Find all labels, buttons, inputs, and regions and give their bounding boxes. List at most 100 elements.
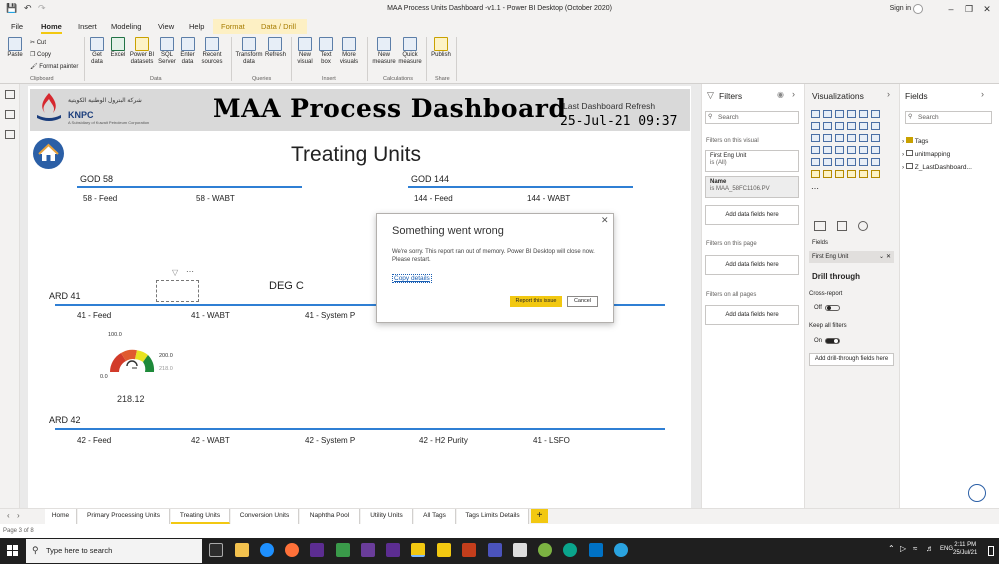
field-41-wabt[interactable]: 41 - WABT [191, 311, 230, 320]
pie-visual-icon[interactable] [847, 134, 856, 142]
fields-tab-icon[interactable] [814, 221, 826, 231]
wifi-icon[interactable]: ≈ [913, 544, 917, 553]
custom-visual-icon[interactable] [811, 170, 820, 178]
r-visual-visual-icon[interactable] [859, 158, 868, 166]
fields-search-input[interactable]: Search [905, 111, 992, 124]
data-view-icon[interactable] [5, 110, 15, 119]
field-table-z-lastdashboard[interactable]: › Z_LastDashboard... [902, 163, 972, 171]
app-icon[interactable] [538, 543, 552, 557]
refresh-button[interactable]: Refresh [265, 37, 286, 59]
field-41-lsfo[interactable]: 41 - LSFO [533, 436, 570, 445]
page-tab-tags-limits-details[interactable]: Tags Limits Details [457, 509, 529, 524]
page-filter-dropzone[interactable]: Add data fields here [705, 255, 799, 275]
quick-measure-button[interactable]: Quick measure [398, 37, 422, 66]
clustered-column-visual-icon[interactable] [847, 110, 856, 118]
firefox-icon[interactable] [285, 543, 299, 557]
power-bi-icon[interactable] [411, 543, 425, 557]
filters-search-input[interactable]: Search [705, 111, 799, 124]
eye-icon[interactable]: ◉ [777, 90, 784, 99]
more-options-icon[interactable]: ⋯ [186, 267, 194, 276]
donut-visual-icon[interactable] [859, 134, 868, 142]
app-icon[interactable] [336, 543, 350, 557]
tab-view[interactable]: View [158, 22, 174, 31]
line-visual-icon[interactable] [811, 122, 820, 130]
100-bar-visual-icon[interactable] [859, 110, 868, 118]
onenote-icon[interactable] [386, 543, 400, 557]
file-explorer-icon[interactable] [235, 543, 249, 557]
custom-visual-icon[interactable] [823, 170, 832, 178]
scatter-visual-icon[interactable] [835, 134, 844, 142]
tab-data-drill[interactable]: Data / Drill [261, 22, 296, 31]
taskbar-search-input[interactable]: Type here to search [26, 539, 202, 563]
funnel-visual-icon[interactable] [823, 134, 832, 142]
field-table-tags[interactable]: › Tags [902, 137, 928, 145]
stacked-bar-visual-icon[interactable] [811, 110, 820, 118]
home-button[interactable] [33, 138, 64, 169]
treemap-visual-icon[interactable] [871, 134, 880, 142]
edge-legacy-icon[interactable] [260, 543, 274, 557]
tab-modeling[interactable]: Modeling [111, 22, 141, 31]
edge-icon[interactable] [563, 543, 577, 557]
field-table-unitmapping[interactable]: › unitmapping [902, 150, 950, 158]
power-bi-datasets-button[interactable]: Power BI datasets [129, 37, 155, 66]
filled-map-visual-icon[interactable] [823, 146, 832, 154]
collapse-viz-icon[interactable]: › [887, 89, 890, 99]
field-58-feed[interactable]: 58 - Feed [83, 194, 117, 203]
page-tab-conversion-units[interactable]: Conversion Units [231, 509, 299, 524]
visual-filter-dropzone[interactable]: Add data fields here [705, 205, 799, 225]
custom-visual-icon[interactable] [847, 170, 856, 178]
line-column-2-visual-icon[interactable] [859, 122, 868, 130]
outlook-icon[interactable] [589, 543, 603, 557]
field-144-wabt[interactable]: 144 - WABT [527, 194, 570, 203]
custom-visual-icon[interactable] [871, 170, 880, 178]
cancel-button[interactable]: Cancel [567, 296, 598, 307]
stacked-area-visual-icon[interactable] [835, 122, 844, 130]
format-painter-button[interactable]: 🖌 Format painter [30, 63, 78, 70]
dialog-close-icon[interactable]: ✕ [601, 215, 609, 226]
card-visual-icon[interactable] [859, 146, 868, 154]
drill-through-dropzone[interactable]: Add drill-through fields here [809, 353, 894, 366]
gauge-visual-icon[interactable] [847, 146, 856, 154]
cross-report-toggle[interactable] [825, 305, 840, 311]
collapse-fields-icon[interactable]: › [981, 89, 984, 99]
visual-studio-icon[interactable] [361, 543, 375, 557]
new-measure-button[interactable]: New measure [372, 37, 396, 66]
chevron-down-icon[interactable]: ⌄ [879, 251, 884, 263]
input-language[interactable]: ENG [940, 546, 953, 552]
custom-visual-icon[interactable] [835, 170, 844, 178]
stacked-column-visual-icon[interactable] [823, 110, 832, 118]
more-visuals-button[interactable]: More visuals [337, 37, 361, 66]
model-view-icon[interactable] [5, 130, 15, 139]
add-page-button[interactable]: + [531, 509, 548, 523]
multi-row-card-visual-icon[interactable] [871, 146, 880, 154]
tab-insert[interactable]: Insert [78, 22, 97, 31]
format-tab-icon[interactable] [837, 221, 847, 231]
page-tab-all-tags[interactable]: All Tags [414, 509, 456, 524]
prev-page-icon[interactable]: ‹ [7, 511, 10, 520]
field-well-first-eng-unit[interactable]: First Eng Unit ⌄ ✕ [809, 251, 894, 263]
page-tab-treating-units[interactable]: Treating Units [171, 509, 230, 524]
ellipsis-icon[interactable]: ⋯ [811, 184, 819, 193]
feedback-icon[interactable] [968, 484, 986, 502]
field-41-feed[interactable]: 41 - Feed [77, 311, 111, 320]
get-data-button[interactable]: Get data [88, 37, 106, 66]
transform-data-button[interactable]: Transform data [235, 37, 263, 66]
python-visual-visual-icon[interactable] [871, 158, 880, 166]
page-tab-utility-units[interactable]: Utility Units [361, 509, 413, 524]
tab-help[interactable]: Help [189, 22, 204, 31]
volume-icon[interactable]: ♬ [926, 544, 934, 553]
filter-card-first-eng-unit[interactable]: First Eng Unit is (All) [705, 150, 799, 172]
slicer-visual-icon[interactable] [823, 158, 832, 166]
tab-format[interactable]: Format [221, 22, 245, 31]
field-41-system-p[interactable]: 41 - System P [305, 311, 355, 320]
new-visual-button[interactable]: New visual [295, 37, 315, 66]
app-icon[interactable] [513, 543, 527, 557]
matrix-visual-icon[interactable] [847, 158, 856, 166]
waterfall-visual-icon[interactable] [811, 134, 820, 142]
field-144-feed[interactable]: 144 - Feed [414, 194, 453, 203]
100-column-visual-icon[interactable] [871, 110, 880, 118]
page-tab-naphtha-pool[interactable]: Naphtha Pool [300, 509, 360, 524]
selected-visual-placeholder[interactable] [156, 280, 199, 302]
text-box-button[interactable]: Text box [318, 37, 334, 66]
line-column-visual-icon[interactable] [847, 122, 856, 130]
